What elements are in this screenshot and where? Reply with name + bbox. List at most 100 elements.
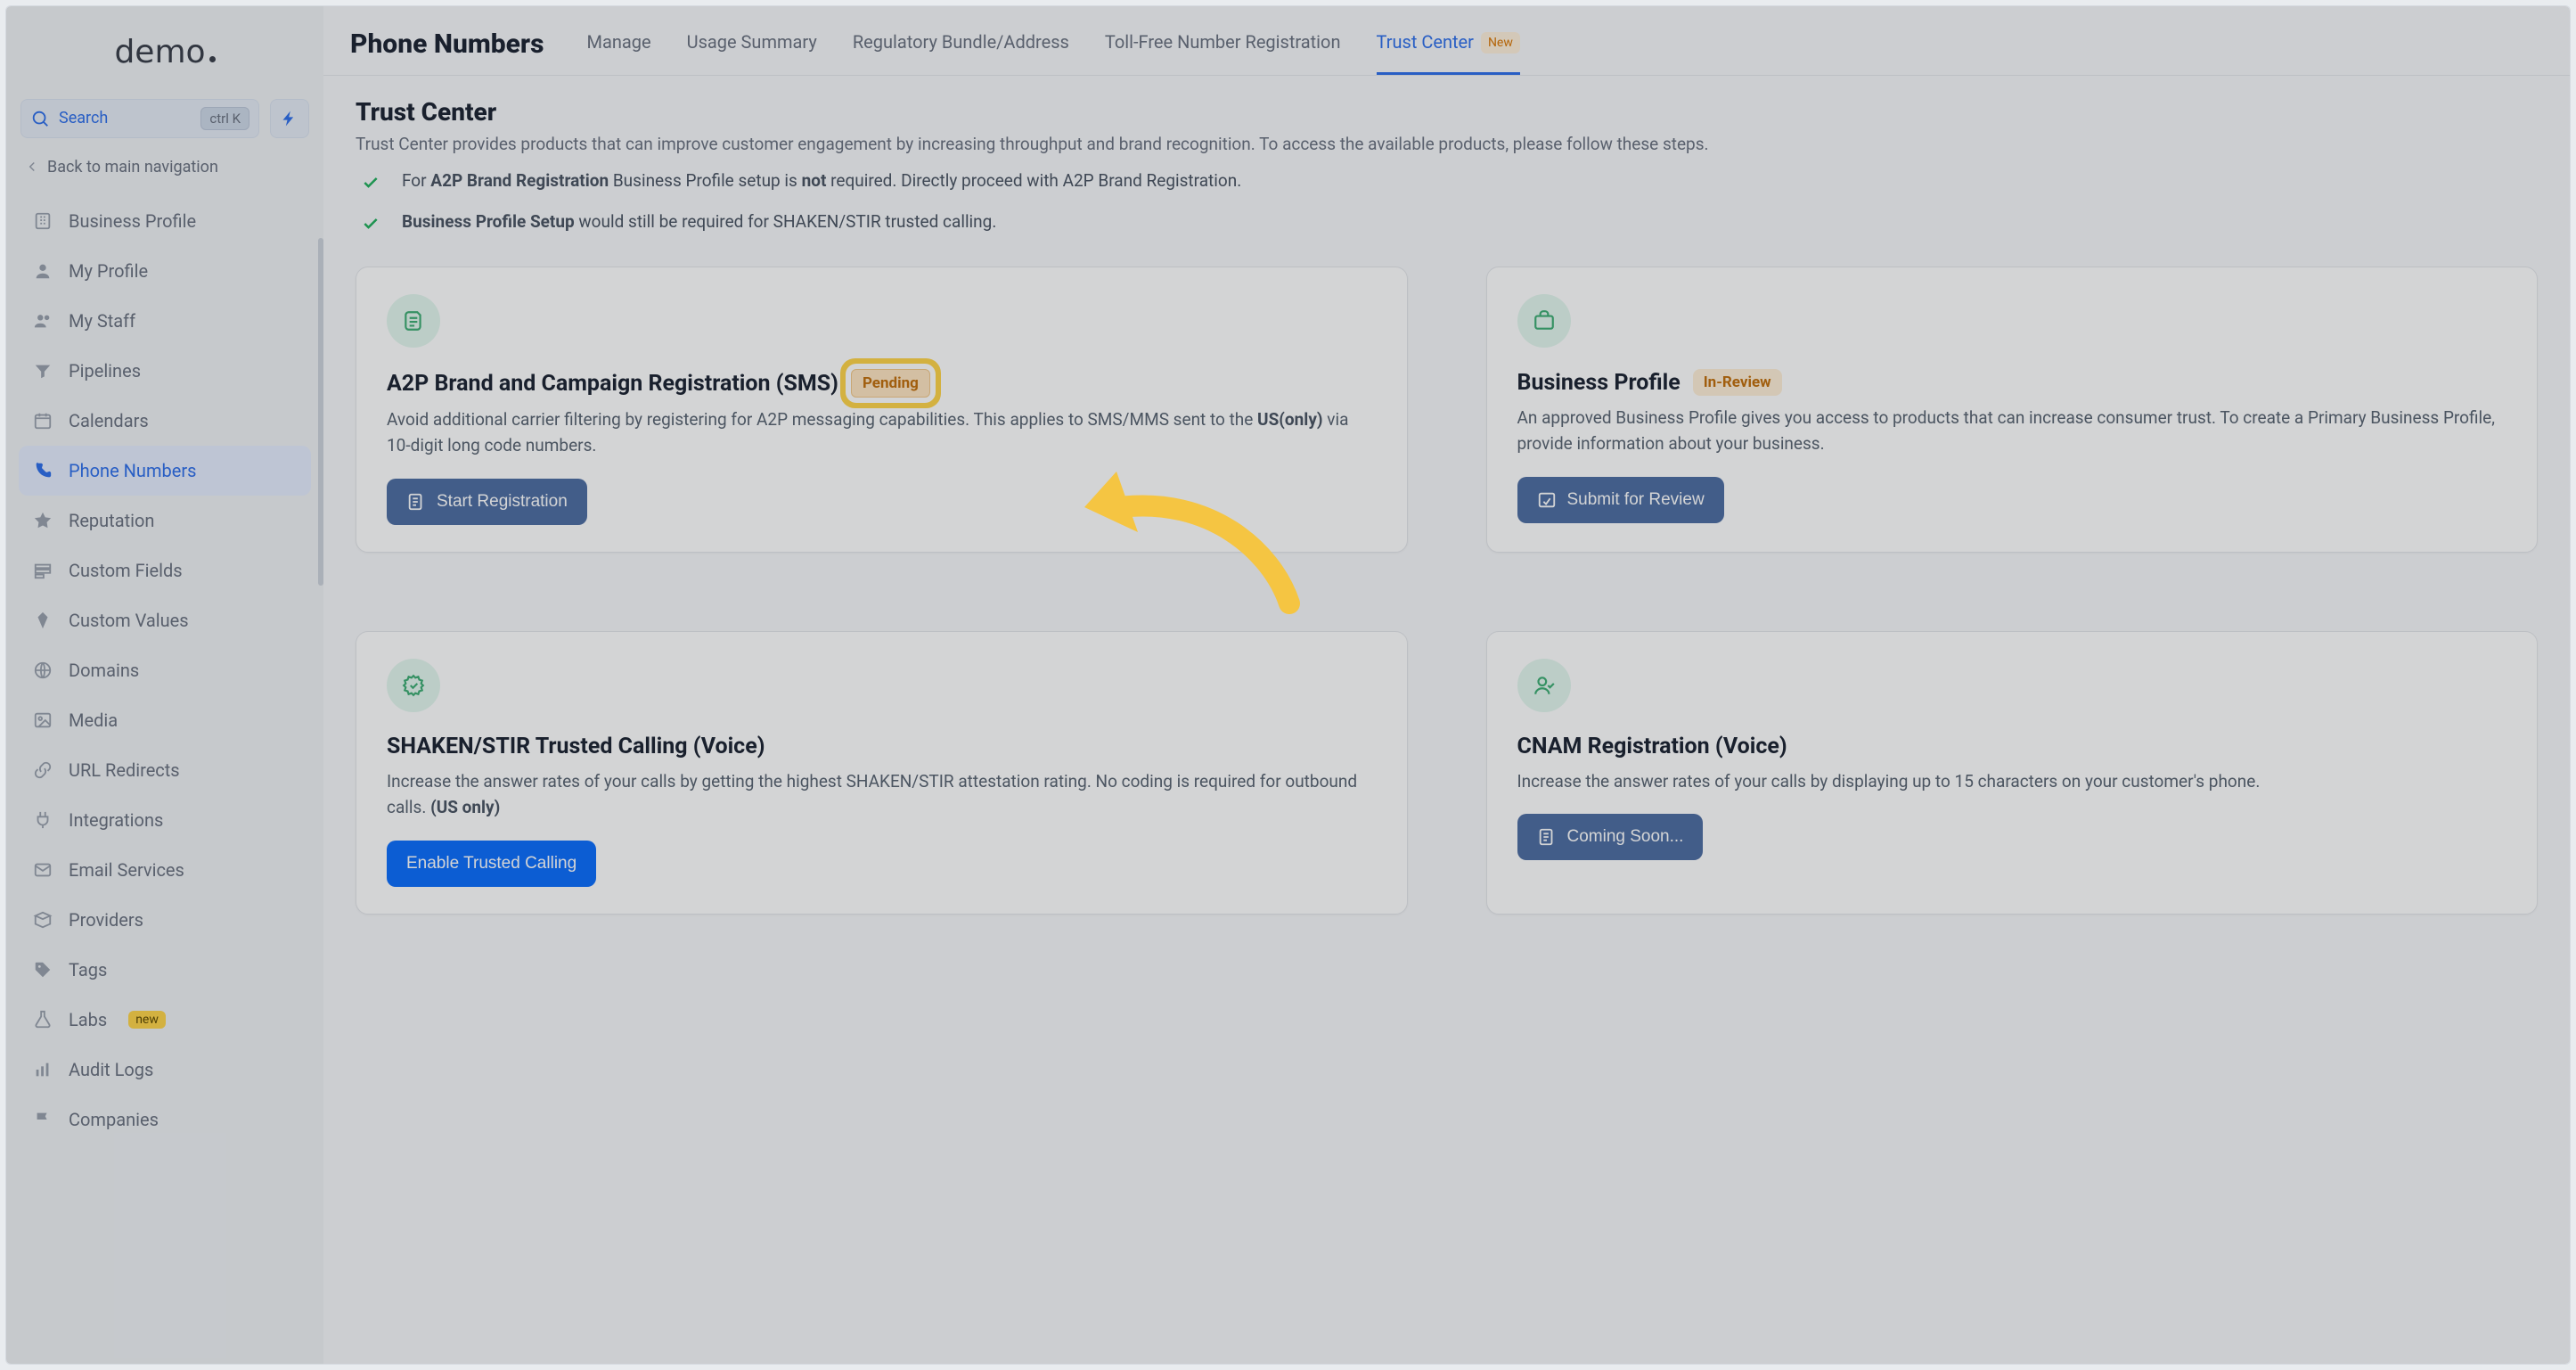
back-label: Back to main navigation <box>47 158 218 176</box>
coming-soon-button[interactable]: Coming Soon... <box>1517 814 1704 860</box>
sidebar-item-label: Calendars <box>69 410 149 431</box>
sidebar-item-providers[interactable]: Providers <box>19 895 311 945</box>
tag-icon <box>31 958 54 981</box>
sidebar-item-email-services[interactable]: Email Services <box>19 845 311 895</box>
flask-icon <box>31 1008 54 1031</box>
sidebar-item-label: Labs <box>69 1009 107 1030</box>
page-title: Phone Numbers <box>350 29 544 60</box>
new-badge: new <box>128 1011 166 1029</box>
sidebar-item-label: My Profile <box>69 260 148 282</box>
verified-icon <box>387 659 440 712</box>
button-label: Enable Trusted Calling <box>406 854 577 874</box>
sidebar-item-integrations[interactable]: Integrations <box>19 795 311 845</box>
sidebar-item-label: Integrations <box>69 809 163 831</box>
fields-icon <box>31 559 54 582</box>
status-badge-pending: Pending <box>851 369 930 398</box>
trust-center-title: Trust Center <box>356 97 2538 127</box>
trust-center-description: Trust Center provides products that can … <box>356 134 2538 154</box>
back-to-main[interactable]: Back to main navigation <box>6 145 323 185</box>
brand: demo <box>6 6 323 99</box>
search-label: Search <box>59 109 108 127</box>
sidebar-item-url-redirects[interactable]: URL Redirects <box>19 745 311 795</box>
link-icon <box>31 759 54 782</box>
tab-label: Usage Summary <box>687 31 817 53</box>
sidebar-item-label: URL Redirects <box>69 759 180 781</box>
start-registration-button[interactable]: Start Registration <box>387 479 587 525</box>
diamond-icon <box>31 609 54 632</box>
sidebar-item-label: Business Profile <box>69 210 196 232</box>
sidebar-item-label: Custom Fields <box>69 560 183 581</box>
phone-icon <box>31 459 54 482</box>
sidebar-item-audit-logs[interactable]: Audit Logs <box>19 1045 311 1095</box>
note-line-icon <box>1537 827 1557 847</box>
sidebar-item-label: Audit Logs <box>69 1059 153 1080</box>
card-desc: Increase the answer rates of your calls … <box>1517 768 2507 794</box>
card-business-profile: Business Profile In-Review An approved B… <box>1486 267 2539 553</box>
card-shaken-stir: SHAKEN/STIR Trusted Calling (Voice) Incr… <box>356 631 1408 915</box>
tab-toll-free-number-registration[interactable]: Toll-Free Number Registration <box>1105 22 1341 75</box>
quick-actions-button[interactable] <box>270 99 309 138</box>
card-title: A2P Brand and Campaign Registration (SMS… <box>387 371 838 397</box>
sidebar-item-label: Companies <box>69 1109 159 1130</box>
sidebar: demo Search ctrl K Back to main navigati… <box>6 6 323 1364</box>
tab-label: Trust Center <box>1377 31 1474 53</box>
brand-logo: demo <box>114 34 215 70</box>
sidebar-item-my-profile[interactable]: My Profile <box>19 246 311 296</box>
sidebar-item-label: Custom Values <box>69 610 189 631</box>
sidebar-item-label: My Staff <box>69 310 135 332</box>
user-check-icon <box>1517 659 1571 712</box>
plug-icon <box>31 808 54 832</box>
sidebar-item-reputation[interactable]: Reputation <box>19 496 311 546</box>
card-title: Business Profile <box>1517 370 1681 396</box>
tab-label: Manage <box>586 31 650 53</box>
tab-manage[interactable]: Manage <box>586 22 650 75</box>
sidebar-item-calendars[interactable]: Calendars <box>19 396 311 446</box>
kbd-shortcut: ctrl K <box>200 107 249 130</box>
card-title: CNAM Registration (Voice) <box>1517 734 1787 759</box>
user-icon <box>31 259 54 283</box>
sidebar-item-pipelines[interactable]: Pipelines <box>19 346 311 396</box>
note-icon <box>387 294 440 348</box>
sidebar-item-custom-values[interactable]: Custom Values <box>19 595 311 645</box>
requirement-checks: For A2P Brand Registration Business Prof… <box>356 170 2538 236</box>
check-icon <box>356 211 386 236</box>
sidebar-item-label: Media <box>69 710 118 731</box>
sidebar-item-phone-numbers[interactable]: Phone Numbers <box>19 446 311 496</box>
mail-icon <box>31 858 54 882</box>
sidebar-item-tags[interactable]: Tags <box>19 945 311 995</box>
sidebar-item-label: Pipelines <box>69 360 141 381</box>
submit-for-review-button[interactable]: Submit for Review <box>1517 477 1724 523</box>
enable-trusted-calling-button[interactable]: Enable Trusted Calling <box>387 841 596 887</box>
box-icon <box>31 908 54 931</box>
header: Phone Numbers Manage Usage Summary Regulat… <box>323 6 2570 76</box>
flag-icon <box>31 1108 54 1131</box>
tab-regulatory-bundle-address[interactable]: Regulatory Bundle/Address <box>853 22 1069 75</box>
sidebar-item-media[interactable]: Media <box>19 695 311 745</box>
global-search[interactable]: Search ctrl K <box>20 99 259 138</box>
card-title: SHAKEN/STIR Trusted Calling (Voice) <box>387 734 765 759</box>
sidebar-item-label: Domains <box>69 660 139 681</box>
card-cnam: CNAM Registration (Voice) Increase the a… <box>1486 631 2539 915</box>
sidebar-item-my-staff[interactable]: My Staff <box>19 296 311 346</box>
sidebar-item-business-profile[interactable]: Business Profile <box>19 196 311 246</box>
content: Trust Center Trust Center provides produ… <box>323 76 2570 950</box>
users-icon <box>31 309 54 332</box>
button-label: Start Registration <box>437 492 568 512</box>
sidebar-item-labs[interactable]: Labs new <box>19 995 311 1045</box>
sidebar-item-label: Email Services <box>69 859 184 881</box>
side-nav: Business Profile My Profile My Staff Pipeli… <box>19 196 311 1364</box>
card-desc: An approved Business Profile gives you a… <box>1517 405 2507 457</box>
status-badge-in-review: In-Review <box>1693 369 1782 396</box>
tab-usage-summary[interactable]: Usage Summary <box>687 22 817 75</box>
sidebar-item-domains[interactable]: Domains <box>19 645 311 695</box>
calendar-icon <box>31 409 54 432</box>
check-icon <box>356 170 386 195</box>
check-row: Business Profile Setup would still be re… <box>356 211 2538 236</box>
card-a2p-registration: A2P Brand and Campaign Registration (SMS… <box>356 267 1408 553</box>
sidebar-item-companies[interactable]: Companies <box>19 1095 311 1144</box>
sidebar-item-custom-fields[interactable]: Custom Fields <box>19 546 311 595</box>
tab-trust-center[interactable]: Trust CenterNew <box>1377 22 1520 75</box>
button-label: Coming Soon... <box>1567 827 1684 847</box>
sidebar-item-label: Providers <box>69 909 143 931</box>
briefcase-icon <box>1517 294 1571 348</box>
